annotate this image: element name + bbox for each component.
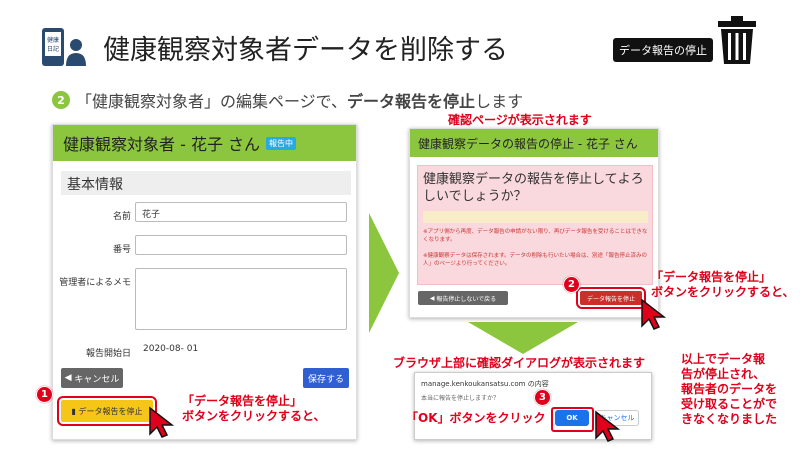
confirm-page-title: 健康観察データの報告の停止 - 花子 さん xyxy=(418,136,638,151)
result-line-4: 受け取ることがで xyxy=(681,397,778,411)
step-instruction: 2 「健康観察対象者」の編集ページで、データ報告を停止します xyxy=(52,88,523,112)
confirm-alert-box: 健康観察データの報告を停止してよろしいでしょうか？ ※アプリ側から再度、データ報… xyxy=(417,165,653,285)
number-field[interactable] xyxy=(135,235,347,255)
result-line-3: 報告者のデータを xyxy=(681,382,778,396)
confirm-note-2: ※健康観察データは保存されます。データの削除も行いたい場合は、別途「報告停止済み… xyxy=(423,253,648,267)
confirm-stop-page: 健康観察データの報告の停止 - 花子 さん 健康観察データの報告を停止してよろし… xyxy=(409,128,659,318)
confirm-note-1: ※アプリ側から再度、データ報告の申請がない限り、再びデータ報告を受けることはでき… xyxy=(423,229,648,243)
step-1-marker: 1 xyxy=(36,386,53,403)
confirm-page-header: 健康観察データの報告の停止 - 花子 さん xyxy=(410,129,658,157)
name-label: 名前 xyxy=(112,212,131,222)
cancel-button[interactable]: ◀ キャンセル xyxy=(61,368,123,388)
edit-page-header: 健康観察対象者 - 花子 さん 報告中 xyxy=(53,125,356,161)
back-button-label: 報告停止しないで戻る xyxy=(436,295,497,303)
pointer-cursor-icon xyxy=(149,406,175,438)
result-callout: 以上でデータ報 告が停止され、 報告者のデータを 受け取ることがで きなくなりま… xyxy=(681,352,777,427)
pointer-cursor-icon xyxy=(641,298,667,330)
ok-highlight-frame xyxy=(551,407,594,432)
arrow-right-icon xyxy=(369,213,399,333)
result-line-5: きなくなりました xyxy=(681,412,778,426)
step-1-callout-line1: 「データ報告を停止」 xyxy=(182,394,303,408)
section-badge: データ報告の停止 xyxy=(613,38,713,62)
step-text-before: 「健康観察対象者」の編集ページで、 xyxy=(76,92,348,111)
icon-text-top: 健康 xyxy=(47,36,59,44)
edit-page-title: 健康観察対象者 - 花子 さん xyxy=(63,135,261,154)
dialog-host: manage.kenkoukansatsu.com の内容 xyxy=(421,380,549,388)
result-line-2: 告が停止され、 xyxy=(681,367,766,381)
name-field[interactable]: 花子 xyxy=(135,202,347,222)
section-heading: 基本情報 xyxy=(61,171,351,195)
save-button[interactable]: 保存する xyxy=(303,368,349,388)
memo-label: 管理者によるメモ xyxy=(59,278,131,288)
result-line-1: 以上でデータ報 xyxy=(681,352,766,366)
step-2-callout-line2: ボタンをクリックすると、 xyxy=(651,285,795,299)
step-text-bold: データ報告を停止 xyxy=(347,92,476,111)
step-3-marker: 3 xyxy=(534,389,551,406)
step-text-after: します xyxy=(475,92,524,111)
confirm-page-caption: 確認ページが表示されます xyxy=(448,113,592,127)
trash-small-icon: ▮ xyxy=(71,406,79,416)
memo-textarea[interactable] xyxy=(135,268,347,330)
confirm-stop-report-button[interactable]: データ報告を停止 xyxy=(576,287,646,309)
trash-icon xyxy=(716,14,758,66)
pointer-cursor-icon xyxy=(595,410,621,442)
arrow-down-icon xyxy=(468,322,578,354)
report-start-label: 報告開始日 xyxy=(85,349,131,359)
number-label: 番号 xyxy=(112,245,131,255)
health-diary-app-icon: 健康 日記 xyxy=(40,27,86,69)
dialog-caption: ブラウザ上部に確認ダイアログが表示されます xyxy=(393,356,646,370)
confirm-alert-title: 健康観察データの報告を停止してよろしいでしょうか？ xyxy=(423,172,644,204)
stop-report-button[interactable]: ▮ データ報告を停止 xyxy=(57,396,157,426)
cancel-button-label: キャンセル xyxy=(74,374,120,385)
step-2-callout: 「データ報告を停止」 ボタンをクリックすると、 xyxy=(651,270,795,300)
step-number-badge: 2 xyxy=(52,91,70,109)
back-without-stop-button[interactable]: ◀ 報告停止しないで戻る xyxy=(418,291,508,305)
dialog-question: 本当に報告を停止しますか？ xyxy=(421,395,500,402)
step-2-marker: 2 xyxy=(563,276,580,293)
alert-highlight-band xyxy=(423,211,648,223)
step-1-callout: 「データ報告を停止」 ボタンをクリックすると、 xyxy=(182,394,326,424)
page-title: 健康観察対象者データを削除する xyxy=(103,35,508,66)
subject-edit-page: 健康観察対象者 - 花子 さん 報告中 基本情報 名前 花子 番号 管理者による… xyxy=(52,124,357,440)
step-3-callout: 「OK」ボタンをクリック xyxy=(406,411,546,425)
step-2-callout-line1: 「データ報告を停止」 xyxy=(651,270,772,284)
icon-text-bottom: 日記 xyxy=(47,45,59,53)
report-start-value: 2020-08- 01 xyxy=(143,344,199,354)
stop-report-button-label: データ報告を停止 xyxy=(78,406,143,416)
arrow-left-icon: ◀ xyxy=(64,373,75,383)
status-badge: 報告中 xyxy=(266,136,297,150)
step-1-callout-line2: ボタンをクリックすると、 xyxy=(182,409,326,423)
